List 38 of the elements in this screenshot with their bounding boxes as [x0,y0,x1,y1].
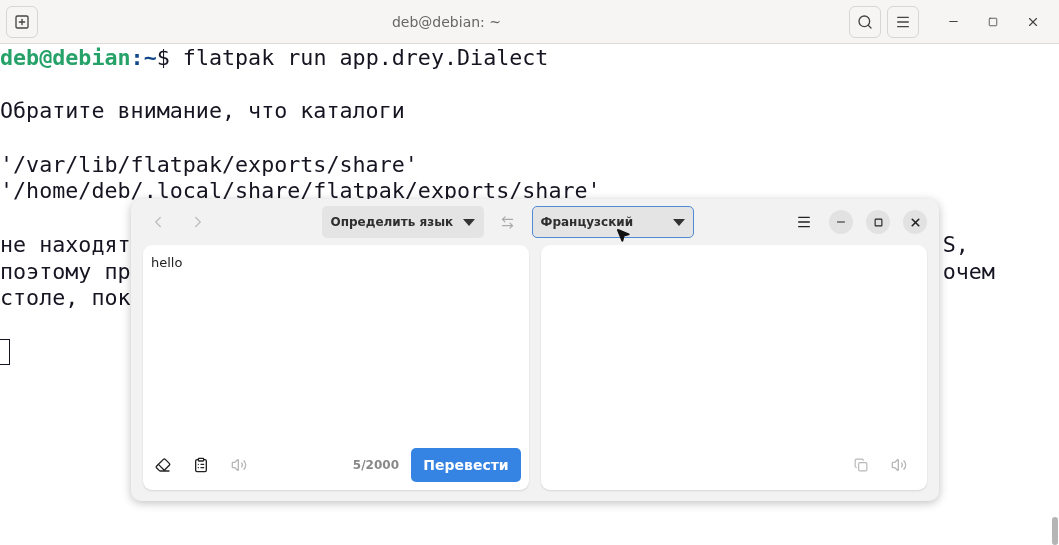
terminal-output-line: '/home/deb/.local/share/flatpak/exports/share' [0,178,601,206]
terminal-output-line: поэтому пр [0,258,131,286]
close-icon [908,215,922,229]
search-button[interactable] [849,5,881,38]
maximize-icon [988,16,998,27]
new-tab-button[interactable] [6,5,38,38]
terminal-output-line: столе, пок [0,285,131,312]
eraser-icon [155,457,171,473]
translate-button[interactable]: Перевести [411,448,521,482]
terminal-output-line: S, [942,231,969,259]
prompt-symbol: $ [156,45,170,72]
maximize-icon [873,217,883,227]
speaker-icon [891,457,907,473]
terminal-output-line: '/var/lib/flatpak/exports/share' [0,151,418,179]
source-language-dropdown[interactable]: Определить язык [321,206,484,238]
maximize-button[interactable] [866,210,890,234]
terminal-output-line: не находят [0,231,131,259]
speaker-icon [231,457,247,473]
minimize-button[interactable] [829,210,853,234]
target-language-dropdown[interactable]: Французский [531,206,694,238]
terminal-output-line: Обратите внимание, что каталоги [0,98,405,126]
terminal-output-line: очем [942,258,995,286]
terminal-cursor [0,338,10,365]
close-button[interactable] [903,210,927,234]
prompt-user-host: deb@debian [0,45,131,72]
scrollbar [1052,517,1058,545]
search-icon [857,13,873,30]
mouse-pointer-icon [615,227,631,243]
character-counter: 5/2000 [352,458,399,472]
menu-icon [796,214,812,230]
copy-icon [854,458,868,472]
swap-icon [500,214,515,230]
window-title: deb@debian: ~ [391,13,502,30]
terminal-command: flatpak run app.drey.Dialect [182,45,549,72]
source-text-field[interactable]: hello 5/2000 Перевести [143,245,529,490]
new-tab-icon [14,13,30,30]
prompt-path: :~ [130,45,157,72]
clipboard-icon [193,457,209,473]
